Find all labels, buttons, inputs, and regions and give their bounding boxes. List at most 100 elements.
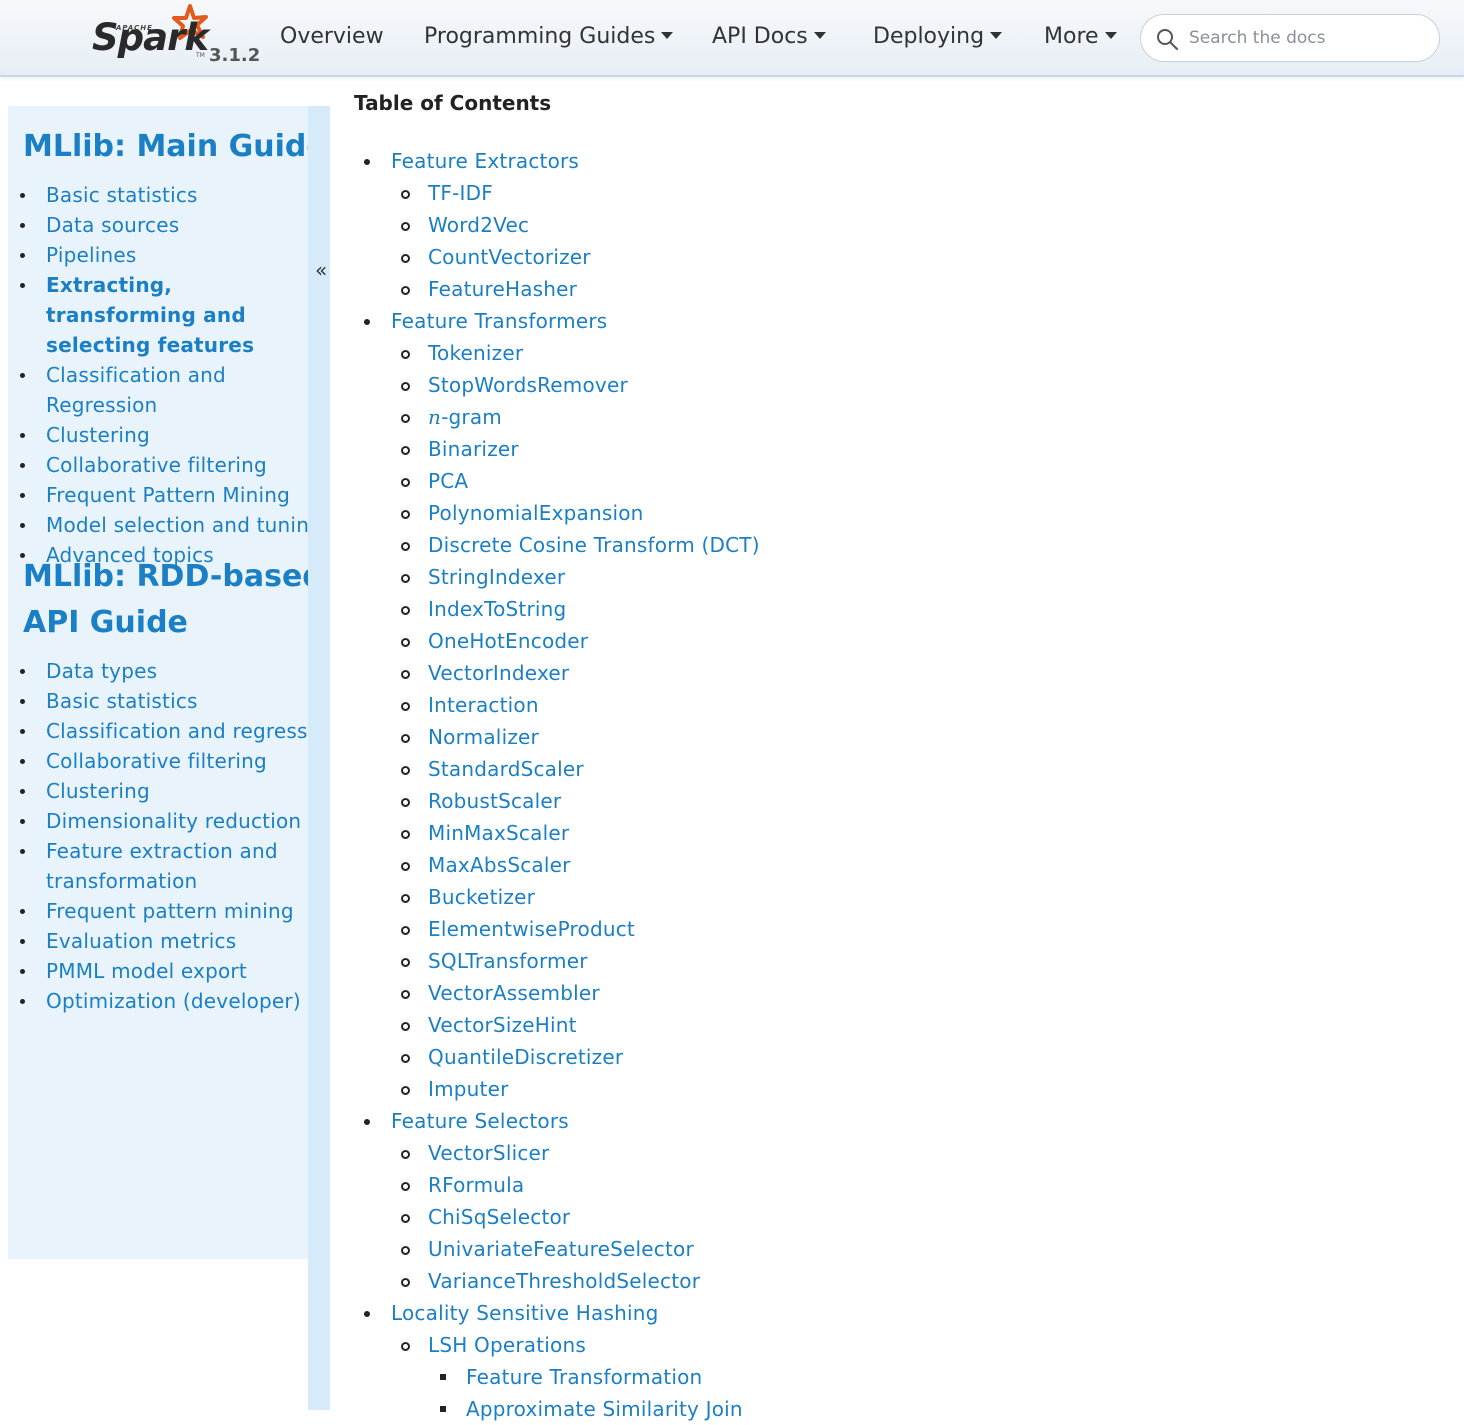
- sidebar-item-dimensionality-reduction[interactable]: Dimensionality reduction: [8, 806, 308, 836]
- search-box[interactable]: [1140, 14, 1440, 62]
- toc-item-level1[interactable]: Locality Sensitive Hashing: [354, 1297, 760, 1329]
- toc-item-level2[interactable]: VectorAssembler: [354, 977, 760, 1009]
- spark-logo[interactable]: APACHE Spark TM 3.1.2: [88, 2, 263, 72]
- toc-item-label: Feature Extractors: [391, 149, 580, 173]
- nav-overview-label: Overview: [280, 24, 384, 49]
- toc-item-label: IndexToString: [428, 597, 567, 621]
- toc-item-label: ChiSqSelector: [428, 1205, 571, 1229]
- toc-item-level2[interactable]: ChiSqSelector: [354, 1201, 760, 1233]
- toc-item-level2[interactable]: Discrete Cosine Transform (DCT): [354, 529, 760, 561]
- toc-item-level2[interactable]: n-gram: [354, 401, 760, 433]
- toc-item-level2[interactable]: IndexToString: [354, 593, 760, 625]
- toc-item-level2[interactable]: ElementwiseProduct: [354, 913, 760, 945]
- toc-item-level2[interactable]: MinMaxScaler: [354, 817, 760, 849]
- toc-item-level2[interactable]: RobustScaler: [354, 785, 760, 817]
- caret-down-icon: [661, 32, 674, 39]
- toc-item-level2[interactable]: VarianceThresholdSelector: [354, 1265, 760, 1297]
- sidebar-item-feature-extraction-transformation[interactable]: Feature extraction and transformation: [8, 836, 308, 896]
- toc-item-level2[interactable]: StopWordsRemover: [354, 369, 760, 401]
- toc-item-label: SQLTransformer: [428, 949, 588, 973]
- table-of-contents: Feature Extractors TF-IDF Word2Vec CountVec…: [354, 145, 760, 1425]
- version-label: 3.1.2: [209, 45, 261, 66]
- toc-item-label: VectorIndexer: [428, 661, 570, 685]
- sidebar-item-model-selection[interactable]: Model selection and tuning: [8, 510, 308, 540]
- sidebar-item-pipelines[interactable]: Pipelines: [8, 240, 308, 270]
- toc-item-level2[interactable]: Interaction: [354, 689, 760, 721]
- toc-item-level2[interactable]: PCA: [354, 465, 760, 497]
- nav-api-docs-dropdown[interactable]: API Docs: [712, 24, 826, 49]
- toc-item-level2[interactable]: StringIndexer: [354, 561, 760, 593]
- sidebar-item-classification-regression[interactable]: Classification and Regression: [8, 360, 308, 420]
- toc-item-level2[interactable]: Imputer: [354, 1073, 760, 1105]
- toc-item-label: FeatureHasher: [428, 277, 578, 301]
- sidebar-item-basic-statistics[interactable]: Basic statistics: [8, 180, 308, 210]
- sidebar-item-rdd-clustering[interactable]: Clustering: [8, 776, 308, 806]
- toc-item-level2[interactable]: LSH Operations: [354, 1329, 760, 1361]
- nav-overview[interactable]: Overview: [280, 24, 384, 49]
- toc-item-level2[interactable]: RFormula: [354, 1169, 760, 1201]
- nav-api-docs-label: API Docs: [712, 24, 808, 49]
- sidebar-item-pmml-model-export[interactable]: PMML model export: [8, 956, 308, 986]
- caret-down-icon: [813, 32, 826, 39]
- sidebar-item-optimization-developer[interactable]: Optimization (developer): [8, 986, 308, 1016]
- toc-item-label: VectorAssembler: [428, 981, 600, 1005]
- toc-item-label: Bucketizer: [428, 885, 535, 909]
- toc-item-level2[interactable]: Bucketizer: [354, 881, 760, 913]
- toc-item-label: Feature Selectors: [391, 1109, 569, 1133]
- toc-item-level2[interactable]: Word2Vec: [354, 209, 760, 241]
- toc-item-label: TF-IDF: [428, 181, 493, 205]
- nav-deploying-dropdown[interactable]: Deploying: [873, 24, 1003, 49]
- toc-item-level1[interactable]: Feature Extractors: [354, 145, 760, 177]
- toc-item-level2[interactable]: QuantileDiscretizer: [354, 1041, 760, 1073]
- toc-item-label: PCA: [428, 469, 469, 493]
- toc-item-level2[interactable]: VectorSlicer: [354, 1137, 760, 1169]
- toc-item-level2[interactable]: Tokenizer: [354, 337, 760, 369]
- toc-item-level2[interactable]: PolynomialExpansion: [354, 497, 760, 529]
- toc-item-level2[interactable]: SQLTransformer: [354, 945, 760, 977]
- sidebar-item-rdd-classification-regression[interactable]: Classification and regression: [8, 716, 308, 746]
- toc-item-level2[interactable]: Binarizer: [354, 433, 760, 465]
- toc-item-level3[interactable]: Approximate Similarity Join: [354, 1393, 760, 1425]
- sidebar-item-rdd-collaborative-filtering[interactable]: Collaborative filtering: [8, 746, 308, 776]
- toc-item-label: CountVectorizer: [428, 245, 591, 269]
- toc-item-level2[interactable]: VectorSizeHint: [354, 1009, 760, 1041]
- toc-item-level2[interactable]: TF-IDF: [354, 177, 760, 209]
- toc-item-level1[interactable]: Feature Transformers: [354, 305, 760, 337]
- nav-programming-guides-dropdown[interactable]: Programming Guides: [424, 24, 674, 49]
- toc-item-level2[interactable]: Normalizer: [354, 721, 760, 753]
- sidebar-item-data-types[interactable]: Data types: [8, 656, 308, 686]
- toc-item-label: VectorSizeHint: [428, 1013, 577, 1037]
- toc-item-level2[interactable]: UnivariateFeatureSelector: [354, 1233, 760, 1265]
- sidebar-collapse-button[interactable]: «: [315, 258, 327, 282]
- toc-item-level2[interactable]: StandardScaler: [354, 753, 760, 785]
- sidebar-item-rdd-basic-statistics[interactable]: Basic statistics: [8, 686, 308, 716]
- toc-item-level2[interactable]: MaxAbsScaler: [354, 849, 760, 881]
- toc-item-level2[interactable]: CountVectorizer: [354, 241, 760, 273]
- caret-down-icon: [990, 32, 1003, 39]
- sidebar-item-clustering[interactable]: Clustering: [8, 420, 308, 450]
- search-input[interactable]: [1187, 23, 1427, 53]
- nav-more-dropdown[interactable]: More: [1044, 24, 1117, 49]
- toc-item-label: QuantileDiscretizer: [428, 1045, 624, 1069]
- sidebar-rdd-guide-title-line1[interactable]: MLlib: RDD-based: [23, 554, 308, 600]
- sidebar-item-data-sources[interactable]: Data sources: [8, 210, 308, 240]
- sidebar-item-rdd-frequent-pattern-mining[interactable]: Frequent pattern mining: [8, 896, 308, 926]
- toc-item-label: Normalizer: [428, 725, 539, 749]
- toc-item-level3[interactable]: Feature Transformation: [354, 1361, 760, 1393]
- sidebar-item-evaluation-metrics[interactable]: Evaluation metrics: [8, 926, 308, 956]
- toc-item-label: VectorSlicer: [428, 1141, 550, 1165]
- sidebar-rdd-guide-title-line2[interactable]: API Guide: [23, 600, 188, 646]
- sidebar-item-extracting-features[interactable]: Extracting, transforming and selecting f…: [8, 270, 308, 360]
- toc-item-level2[interactable]: VectorIndexer: [354, 657, 760, 689]
- sidebar-main-guide-title[interactable]: MLlib: Main Guide: [23, 124, 308, 170]
- toc-item-level2[interactable]: OneHotEncoder: [354, 625, 760, 657]
- toc-item-label: UnivariateFeatureSelector: [428, 1237, 694, 1261]
- toc-item-level1[interactable]: Feature Selectors: [354, 1105, 760, 1137]
- toc-item-label: Locality Sensitive Hashing: [391, 1301, 659, 1325]
- sidebar-collapse-strip[interactable]: [308, 106, 330, 1410]
- sidebar-item-frequent-pattern-mining[interactable]: Frequent Pattern Mining: [8, 480, 308, 510]
- toc-item-label: Imputer: [428, 1077, 509, 1101]
- toc-item-level2[interactable]: FeatureHasher: [354, 273, 760, 305]
- toc-item-label: Approximate Similarity Join: [466, 1397, 743, 1421]
- sidebar-item-collaborative-filtering[interactable]: Collaborative filtering: [8, 450, 308, 480]
